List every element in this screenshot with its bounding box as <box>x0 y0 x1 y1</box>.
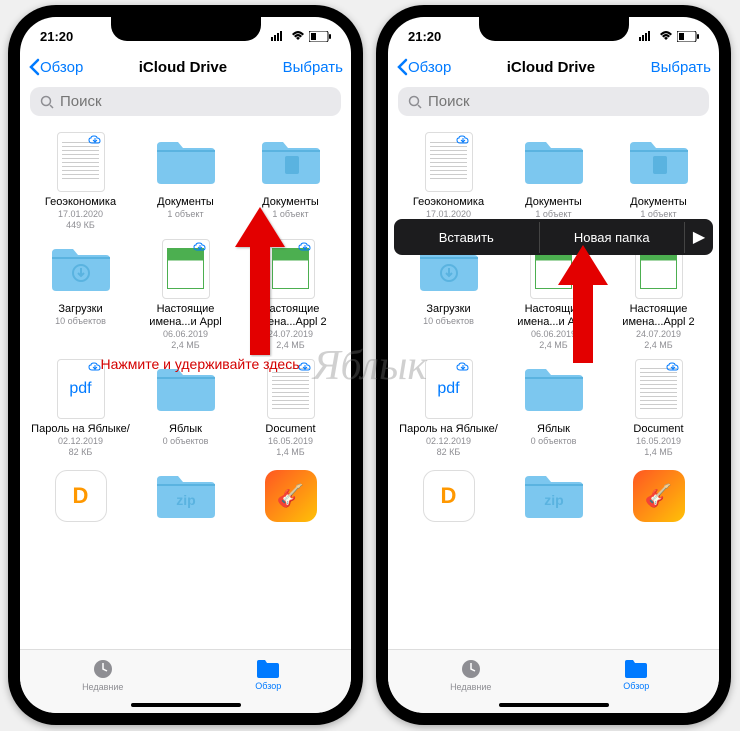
file-item[interactable]: 🎸 <box>240 464 341 530</box>
item-name: Document <box>633 423 683 436</box>
search-bar[interactable] <box>398 87 709 116</box>
item-name: Геоэкономика <box>45 196 116 209</box>
arrow-annotation-right <box>553 245 613 365</box>
item-name: Документы <box>630 196 687 209</box>
file-item[interactable]: Геоэкономика17.01.2020449 КБ <box>30 130 131 231</box>
phone-left: 21:20 Обзор iCloud Drive Выбрать Геоэкон… <box>8 5 363 725</box>
file-item[interactable]: Настоящие имена...и Appl06.06.20192,4 МБ <box>135 237 236 351</box>
item-name: Пароль на Яблыке/ <box>31 423 130 436</box>
folder-icon <box>256 659 280 679</box>
search-icon <box>40 95 54 109</box>
nav-bar: Обзор iCloud Drive Выбрать <box>20 49 351 85</box>
notch <box>111 17 261 41</box>
file-item[interactable]: Загрузки10 объектов <box>30 237 131 351</box>
file-item[interactable]: pdfПароль на Яблыке/02.12.201982 КБ <box>398 357 499 458</box>
phone-right: 21:20 Обзор iCloud Drive Выбрать Геоэкон… <box>376 5 731 725</box>
clock-icon <box>92 658 114 680</box>
item-name: Настоящие имена...и Appl <box>136 303 236 329</box>
file-item[interactable]: 🎸 <box>608 464 709 530</box>
file-item[interactable]: D <box>398 464 499 530</box>
file-item[interactable]: zip <box>503 464 604 530</box>
file-item[interactable]: Document16.05.20191,4 МБ <box>608 357 709 458</box>
nav-bar: Обзор iCloud Drive Выбрать <box>388 49 719 85</box>
status-indicators <box>271 31 331 42</box>
chevron-left-icon <box>396 58 408 76</box>
item-name: Документы <box>157 196 214 209</box>
file-item[interactable]: Геоэкономика17.01.2020449 КБ <box>398 130 499 231</box>
home-indicator[interactable] <box>499 703 609 707</box>
item-name: Пароль на Яблыке/ <box>399 423 498 436</box>
nav-title: iCloud Drive <box>451 59 650 76</box>
item-icon: zip <box>518 464 590 528</box>
file-item[interactable]: Документы1 объект <box>503 130 604 231</box>
item-name: Document <box>265 423 315 436</box>
item-name: Яблык <box>537 423 570 436</box>
item-icon: D <box>45 464 117 528</box>
item-icon <box>150 237 222 301</box>
home-indicator[interactable] <box>131 703 241 707</box>
svg-text:zip: zip <box>176 492 195 508</box>
search-icon <box>408 95 422 109</box>
item-name: Загрузки <box>58 303 102 316</box>
item-name: Настоящие имена...Appl 2 <box>609 303 709 329</box>
item-name: Загрузки <box>426 303 470 316</box>
file-item[interactable]: D <box>30 464 131 530</box>
search-bar[interactable] <box>30 87 341 116</box>
clock-icon <box>460 658 482 680</box>
file-item[interactable]: Яблык0 объектов <box>503 357 604 458</box>
search-input[interactable] <box>60 93 331 110</box>
item-name: Геоэкономика <box>413 196 484 209</box>
arrow-annotation-left <box>230 207 290 357</box>
notch <box>479 17 629 41</box>
search-input[interactable] <box>428 93 699 110</box>
annotation-left: Нажмите и удерживайте здесь <box>100 355 300 373</box>
file-item[interactable]: Документы1 объект <box>608 130 709 231</box>
back-button[interactable]: Обзор <box>28 58 83 76</box>
back-button[interactable]: Обзор <box>396 58 451 76</box>
item-icon: D <box>413 464 485 528</box>
item-icon: 🎸 <box>255 464 327 528</box>
status-time: 21:20 <box>40 29 73 44</box>
item-icon: 🎸 <box>623 464 695 528</box>
item-icon <box>623 357 695 421</box>
item-icon <box>150 130 222 194</box>
nav-title: iCloud Drive <box>83 59 282 76</box>
select-button[interactable]: Выбрать <box>283 59 343 76</box>
file-grid: Геоэкономика17.01.2020449 КБДокументы1 о… <box>20 124 351 536</box>
file-item[interactable]: Документы1 объект <box>135 130 236 231</box>
select-button[interactable]: Выбрать <box>651 59 711 76</box>
item-icon: zip <box>150 464 222 528</box>
item-icon <box>518 357 590 421</box>
item-icon <box>518 130 590 194</box>
item-name: Яблык <box>169 423 202 436</box>
item-icon <box>45 237 117 301</box>
menu-more-arrow[interactable]: ▶ <box>685 227 713 247</box>
item-icon <box>623 130 695 194</box>
svg-text:zip: zip <box>544 492 563 508</box>
status-indicators <box>639 31 699 42</box>
item-icon <box>413 130 485 194</box>
chevron-left-icon <box>28 58 40 76</box>
file-item[interactable]: zip <box>135 464 236 530</box>
item-icon: pdf <box>413 357 485 421</box>
item-icon <box>255 130 327 194</box>
folder-icon <box>624 659 648 679</box>
item-icon <box>45 130 117 194</box>
status-time: 21:20 <box>408 29 441 44</box>
menu-paste[interactable]: Вставить <box>394 222 540 253</box>
item-name: Документы <box>525 196 582 209</box>
